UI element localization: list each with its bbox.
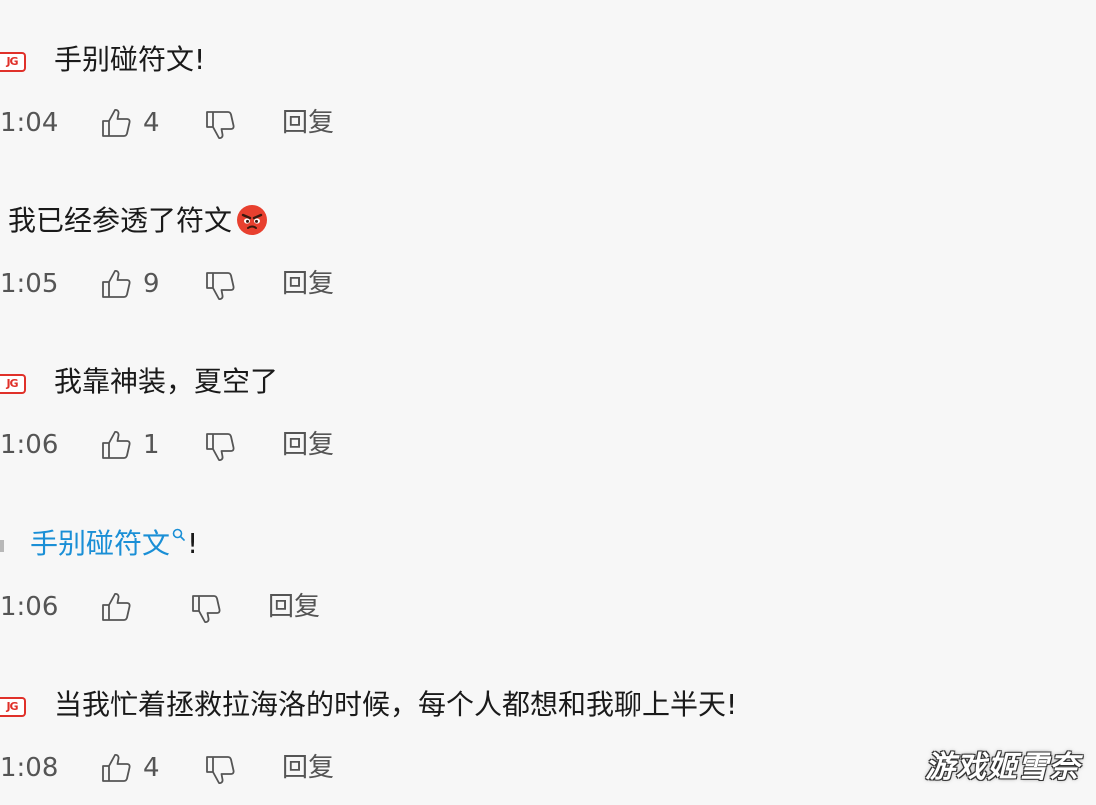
- comment-time: 1:04: [0, 108, 59, 138]
- reply-button[interactable]: 回复: [268, 587, 320, 627]
- search-link[interactable]: 手别碰符文: [30, 527, 170, 560]
- like-count: 4: [143, 108, 160, 138]
- comment-meta: 1:08 4 回复: [0, 748, 700, 788]
- comment-text: 手别碰符文 !: [30, 524, 198, 564]
- comment-item: 手别碰符文 ! 1:06 回复: [0, 484, 1096, 644]
- angry-face-emoji: [237, 205, 268, 235]
- comment-meta: 1:04 4 回复: [0, 103, 700, 143]
- comment-time: 1:05: [0, 269, 59, 299]
- comment-text: 手别碰符文!: [54, 43, 206, 76]
- comment-time: 1:08: [0, 753, 59, 783]
- reply-button[interactable]: 回复: [282, 748, 334, 788]
- thumbs-up-icon[interactable]: [100, 752, 132, 784]
- comment-text: 我靠神装，夏空了: [54, 365, 279, 398]
- user-badge: JG: [0, 374, 26, 394]
- comment-text: 当我忙着拯救拉海洛的时候，每个人都想和我聊上半天!: [54, 688, 738, 721]
- thumbs-up-icon[interactable]: [100, 429, 132, 461]
- comment-meta: 1:05 9 回复: [0, 264, 700, 304]
- comment-time: 1:06: [0, 430, 59, 460]
- watermark: 游戏姬雪奈: [925, 750, 1080, 785]
- search-icon[interactable]: [172, 528, 185, 541]
- comment-text-body: 我已经参透了符文: [8, 204, 233, 237]
- comment-time: 1:06: [0, 592, 59, 622]
- thumbs-down-icon[interactable]: [204, 754, 236, 786]
- thumbs-down-icon[interactable]: [204, 270, 236, 302]
- thumbs-down-icon[interactable]: [204, 431, 236, 463]
- comment-meta: 1:06 1 回复: [0, 425, 700, 465]
- thumbs-down-icon[interactable]: [204, 109, 236, 141]
- user-badge: JG: [0, 697, 26, 717]
- comment-text: 我已经参透了符文: [8, 201, 268, 241]
- comment-text-suffix: !: [187, 527, 199, 560]
- comment-item: JG 我靠神装，夏空了 1:06 1 回复: [0, 322, 1096, 482]
- thumbs-up-icon[interactable]: [100, 268, 132, 300]
- like-count: 1: [143, 430, 160, 460]
- reply-button[interactable]: 回复: [282, 103, 334, 143]
- thumbs-up-icon[interactable]: [100, 591, 132, 623]
- like-count: 9: [143, 269, 160, 299]
- thumbs-down-icon[interactable]: [190, 593, 222, 625]
- user-badge: JG: [0, 52, 26, 72]
- comment-item: JG 手别碰符文! 1:04 4 回复: [0, 0, 1096, 160]
- thumbs-up-icon[interactable]: [100, 107, 132, 139]
- reply-button[interactable]: 回复: [282, 264, 334, 304]
- comment-meta: 1:06 回复: [0, 587, 700, 627]
- comment-item: 我已经参透了符文 1:05 9 回复: [0, 161, 1096, 321]
- reply-button[interactable]: 回复: [282, 425, 334, 465]
- like-count: 4: [143, 753, 160, 783]
- thread-indicator: [0, 540, 4, 552]
